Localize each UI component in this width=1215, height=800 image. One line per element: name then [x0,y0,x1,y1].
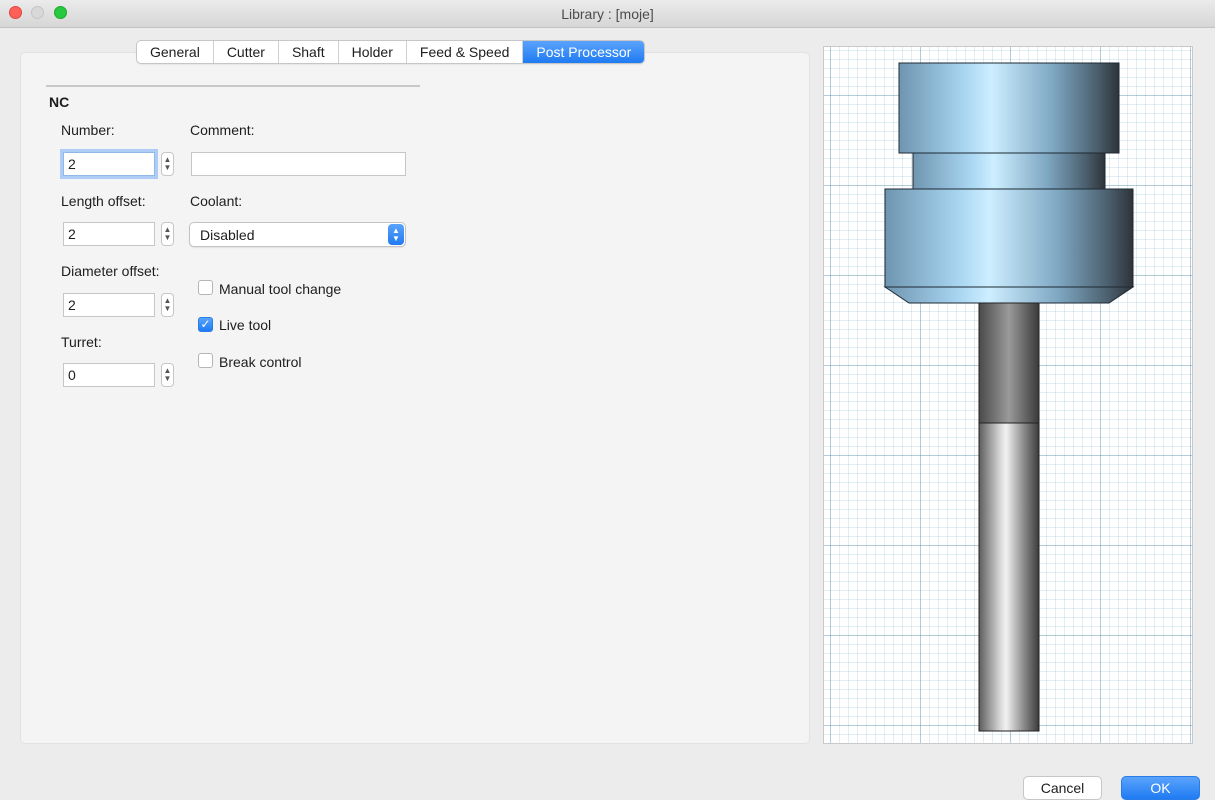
stepper-down-icon: ▼ [163,304,172,313]
length-offset-input[interactable] [63,222,155,246]
length-offset-stepper[interactable]: ▲ ▼ [161,222,174,246]
stepper-down-icon: ▼ [163,163,172,172]
coolant-select-value: Disabled [200,227,255,243]
manual-tool-change-checkbox[interactable] [198,280,213,295]
stepper-down-icon: ▼ [163,233,172,242]
coolant-label: Coolant: [190,193,243,209]
tab-bar: General Cutter Shaft Holder Feed & Speed… [136,40,646,64]
tab-post-processor[interactable]: Post Processor [523,41,645,63]
live-tool-label[interactable]: Live tool [219,317,271,333]
holder-neck [912,152,1106,190]
length-offset-label: Length offset: [61,193,146,209]
cutter [978,422,1040,732]
live-tool-checkbox[interactable]: ✓ [198,317,213,332]
checkmark-icon: ✓ [200,317,211,331]
number-label: Number: [61,122,115,138]
shaft [978,302,1040,424]
comment-input[interactable] [191,152,406,176]
diameter-offset-input[interactable] [63,293,155,317]
turret-label: Turret: [61,334,102,350]
tool-preview [823,46,1193,744]
manual-tool-change-label[interactable]: Manual tool change [219,281,341,297]
holder-top-ring [898,62,1120,154]
break-control-label[interactable]: Break control [219,354,301,370]
break-control-checkbox[interactable] [198,353,213,368]
holder-collar [884,188,1134,288]
stepper-down-icon: ▼ [163,374,172,383]
turret-stepper[interactable]: ▲ ▼ [161,363,174,387]
holder-chamfer [883,286,1135,304]
title-bar: Library : [moje] [0,0,1215,28]
comment-label: Comment: [190,122,255,138]
cancel-button[interactable]: Cancel [1023,776,1102,800]
tab-general[interactable]: General [137,41,214,63]
coolant-select[interactable]: Disabled ▲ ▼ [189,222,406,247]
number-stepper[interactable]: ▲ ▼ [161,152,174,176]
tool-drawing [883,62,1135,732]
tab-shaft[interactable]: Shaft [279,41,339,63]
tab-feed-speed[interactable]: Feed & Speed [407,41,524,63]
window-title: Library : [moje] [561,6,654,22]
tab-cutter[interactable]: Cutter [214,41,279,63]
turret-input[interactable] [63,363,155,387]
number-input[interactable] [63,152,155,176]
tab-holder[interactable]: Holder [339,41,407,63]
diameter-offset-stepper[interactable]: ▲ ▼ [161,293,174,317]
ok-button[interactable]: OK [1121,776,1200,800]
diameter-offset-label: Diameter offset: [61,263,160,279]
section-divider [46,85,420,87]
nc-section-title: NC [49,94,70,110]
select-arrows-icon: ▲ ▼ [388,224,404,245]
